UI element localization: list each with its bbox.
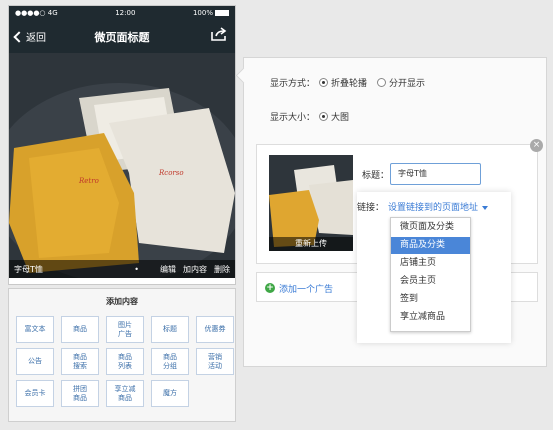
svg-text:Rcorso: Rcorso	[158, 169, 184, 177]
link-dropdown-highlight: 链接： 设置链接到的页面地址 微页面及分类 商品及分类 店铺主页 会员主页 签到 享立减商…	[357, 192, 511, 343]
add-content-button-10[interactable]: 会员卡	[16, 380, 54, 407]
add-content-button-5[interactable]: 公告	[16, 348, 54, 375]
carousel-caption: 字母T恤 • 编辑 加内容 删除	[9, 260, 235, 278]
radio-collapsed-carousel[interactable]: 折叠轮播	[319, 76, 367, 89]
add-content-button-13[interactable]: 魔方	[151, 380, 189, 407]
caret-down-icon	[482, 205, 489, 210]
caption-title: 字母T恤	[14, 264, 43, 274]
display-mode-label: 显示方式：	[270, 79, 316, 89]
status-bar: ●●●●○ 4G 12:00 100%	[9, 6, 235, 19]
carousel-image[interactable]: Retro Rcorso 字母T恤 • 编辑 加内容 删除	[9, 53, 235, 278]
add-content-buttons: 富文本 商品 图片 广告 标题 优惠券公告 商品 搜索 商品 列表 商品 分组 营销 活动会员卡 拼团 商品享…	[16, 316, 234, 407]
display-mode-row: 显示方式： 折叠轮播 分开显示	[270, 76, 435, 89]
link-option-4[interactable]: 签到	[391, 291, 470, 308]
ad-thumbnail[interactable]: 重新上传	[269, 155, 353, 251]
edit-button[interactable]: 编辑	[160, 264, 176, 275]
title-bar: 返回 微页面标题	[9, 19, 235, 53]
title-label: 标题：	[362, 171, 390, 181]
display-size-row: 显示大小： 大图	[270, 110, 359, 123]
product-photo: Retro Rcorso	[9, 53, 235, 278]
add-content-button-12[interactable]: 享立减 商品	[106, 380, 144, 407]
link-option-5[interactable]: 享立减商品	[391, 309, 470, 326]
link-option-1[interactable]: 商品及分类	[391, 237, 470, 254]
add-content-button-11[interactable]: 拼团 商品	[61, 380, 99, 407]
add-content-button-9[interactable]: 营销 活动	[196, 348, 234, 375]
add-content-panel: 添加内容 富文本 商品 图片 广告 标题 优惠券公告 商品 搜索 商品 列表 商品 分组 营销 活动会员卡…	[8, 288, 236, 422]
add-content-button-4[interactable]: 优惠券	[196, 316, 234, 343]
radio-dot-icon	[377, 78, 387, 87]
add-content-button-6[interactable]: 商品 搜索	[61, 348, 99, 375]
radio-dot-icon	[319, 112, 329, 121]
link-select[interactable]: 设置链接到的页面地址	[388, 200, 489, 213]
add-content-button-0[interactable]: 富文本	[16, 316, 54, 343]
add-content-title: 添加内容	[106, 297, 138, 306]
link-option-3[interactable]: 会员主页	[391, 273, 470, 290]
delete-button[interactable]: 删除	[214, 264, 230, 275]
close-icon[interactable]: ×	[530, 139, 543, 152]
add-content-button-1[interactable]: 商品	[61, 316, 99, 343]
add-content-button-8[interactable]: 商品 分组	[151, 348, 189, 375]
phone-preview: ●●●●○ 4G 12:00 100% 返回 微页面标题 Retro Rcors…	[8, 5, 236, 285]
title-input[interactable]: 字母T恤	[390, 163, 481, 185]
link-option-2[interactable]: 店铺主页	[391, 255, 470, 272]
radio-separate-display[interactable]: 分开显示	[377, 76, 425, 89]
add-content-button-3[interactable]: 标题	[151, 316, 189, 343]
clock: 12:00	[115, 8, 136, 17]
link-label: 链接：	[357, 203, 385, 213]
share-icon[interactable]	[211, 27, 227, 41]
radio-large-image[interactable]: 大图	[319, 110, 349, 123]
radio-dot-icon	[319, 78, 329, 87]
add-ad-label: 添加一个广告	[279, 285, 334, 295]
carousel-dot: •	[134, 264, 139, 274]
editor-pointer	[235, 67, 252, 84]
add-content-button[interactable]: 加内容	[183, 264, 207, 275]
signal-indicator: ●●●●○ 4G	[15, 8, 58, 17]
plus-icon: +	[265, 283, 275, 293]
add-content-button-7[interactable]: 商品 列表	[106, 348, 144, 375]
link-dropdown-menu: 微页面及分类 商品及分类 店铺主页 会员主页 签到 享立减商品	[390, 217, 471, 332]
battery-icon	[214, 9, 229, 16]
display-size-label: 显示大小：	[270, 113, 316, 123]
link-option-0[interactable]: 微页面及分类	[391, 219, 470, 236]
reupload-button[interactable]: 重新上传	[269, 237, 353, 251]
battery-indicator: 100%	[193, 9, 229, 17]
add-content-button-2[interactable]: 图片 广告	[106, 316, 144, 343]
page-title: 微页面标题	[94, 31, 150, 44]
svg-text:Retro: Retro	[78, 177, 99, 185]
